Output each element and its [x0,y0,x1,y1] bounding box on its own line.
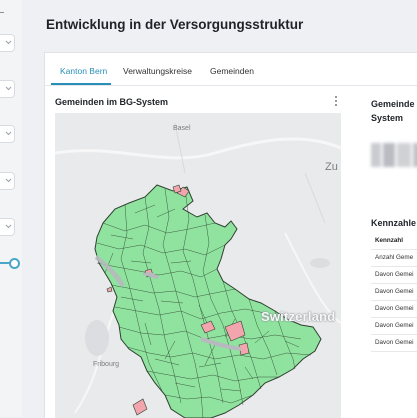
municipality-map[interactable]: Basel Zu Fribourg Switzerland [55,113,341,418]
active-tab-indicator [51,83,111,85]
more-options-icon[interactable] [333,96,339,108]
tab-gemeinden[interactable]: Gemeinden [210,66,254,76]
range-slider-handle[interactable] [9,258,20,269]
table-row: Davon Gemei [371,301,417,318]
table-row: Davon Gemei [371,267,417,284]
tab-bar: Kanton Bern Verwaltungskreise Gemeinden [45,53,417,86]
map-label-country: Switzerland [261,309,336,324]
filter-dropdown-1[interactable] [0,34,15,52]
filter-dropdown-5[interactable] [0,218,15,236]
chevron-down-icon [5,224,12,229]
filter-sidebar [0,0,22,417]
sidebar-divider [0,12,4,13]
chevron-down-icon [5,86,12,91]
table-row: Anzahl Geme [371,250,417,267]
map-card-title: Gemeinden im BG-System [55,97,169,107]
table-row: Davon Gemei [371,318,417,335]
tab-verwaltungskreise[interactable]: Verwaltungskreise [123,66,192,76]
table-row: Davon Gemei [371,335,417,352]
map-label-zu: Zu [325,161,338,173]
filter-dropdown-3[interactable] [0,125,15,143]
kennzahlen-table: Kennzahl Anzahl Geme Davon Gemei Davon G… [371,233,417,352]
table-header[interactable]: Kennzahl [371,233,417,250]
map-canvas [55,122,341,418]
page-title: Entwicklung in der Versorgungsstruktur [46,17,304,32]
right-card-title: Gemeinde System [371,99,415,123]
table-row: Davon Gemei [371,284,417,301]
tab-kanton-bern[interactable]: Kanton Bern [60,66,107,76]
highlighted-municipality[interactable] [132,398,148,416]
blurred-value [371,143,417,167]
chevron-down-icon [5,178,12,183]
filter-dropdown-4[interactable] [0,172,15,190]
kennzahlen-title: Kennzahle [371,218,417,228]
highlighted-municipality[interactable] [106,286,113,293]
canton-shape [94,184,322,418]
map-label-basel: Basel [173,125,191,132]
map-label-fribourg: Fribourg [93,361,120,368]
chevron-down-icon [5,131,12,136]
filter-dropdown-2[interactable] [0,80,15,98]
chevron-down-icon [5,40,12,45]
content-panel: Kanton Bern Verwaltungskreise Gemeinden … [44,52,417,418]
